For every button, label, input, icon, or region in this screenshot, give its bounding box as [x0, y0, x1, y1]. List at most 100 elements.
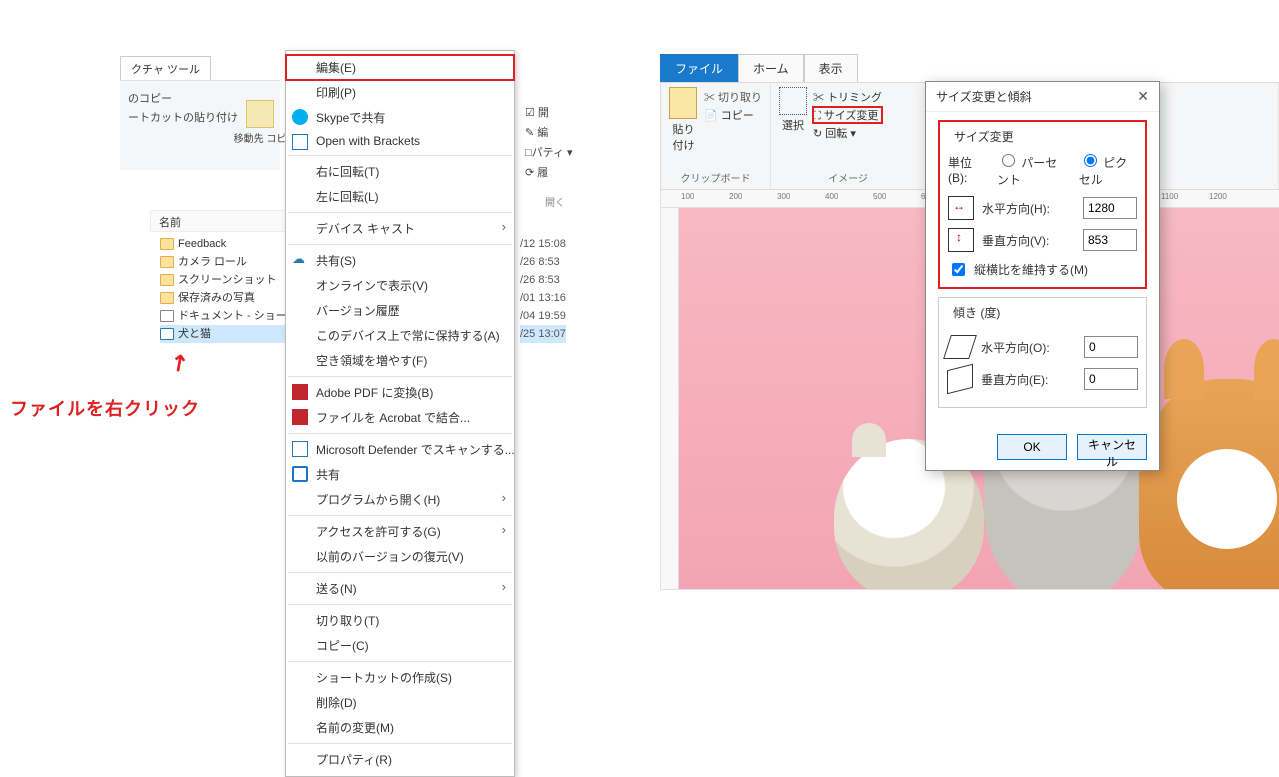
context-menu-item[interactable]: 削除(D): [286, 690, 514, 715]
context-menu-item[interactable]: Open with Brackets: [286, 130, 514, 152]
vertical-size-icon: [948, 228, 974, 252]
context-menu-item[interactable]: プログラムから開く(H): [286, 487, 514, 512]
ribbon-history-item[interactable]: ⟳ 履: [525, 164, 605, 180]
resize-dialog: サイズ変更と傾斜 ✕ サイズ変更 単位(B): パーセント ピクセル 水平方向(…: [925, 81, 1160, 471]
ribbon-open-item[interactable]: ☑ 開: [525, 104, 605, 120]
tab-view[interactable]: 表示: [804, 54, 858, 82]
ribbon-edit-item[interactable]: ✎ 編: [525, 124, 605, 140]
context-menu-item[interactable]: コピー(C): [286, 633, 514, 658]
file-date: /01 13:16: [520, 289, 566, 307]
file-icon: [160, 256, 174, 268]
context-menu-item[interactable]: 印刷(P): [286, 80, 514, 105]
skew-group: 傾き (度) 水平方向(O): 垂直方向(E):: [938, 297, 1147, 408]
context-menu-item[interactable]: 切り取り(T): [286, 608, 514, 633]
bracket-icon: [292, 134, 308, 150]
explorer-tool-tab[interactable]: クチャ ツール: [120, 56, 211, 82]
file-icon: [160, 310, 174, 322]
ribbon-move-button[interactable]: 移動先 コピ: [230, 100, 290, 145]
unit-percent-radio[interactable]: パーセント: [997, 151, 1065, 188]
context-menu-item[interactable]: 共有: [286, 462, 514, 487]
horizontal-input[interactable]: [1083, 197, 1137, 219]
select-button[interactable]: 選択: [779, 117, 807, 133]
aspect-label: 縦横比を維持する(M): [974, 261, 1088, 278]
context-menu-item[interactable]: デバイス キャスト: [286, 216, 514, 241]
context-menu-item[interactable]: 右に回転(T): [286, 159, 514, 184]
context-menu-item[interactable]: Microsoft Defender でスキャンする...: [286, 437, 514, 462]
move-folder-icon: [246, 100, 274, 128]
share-icon: [292, 466, 308, 482]
vertical-ruler: [661, 208, 679, 589]
adobe-icon: [292, 384, 308, 400]
aspect-checkbox[interactable]: [952, 263, 965, 276]
unit-pixel-radio[interactable]: ピクセル: [1079, 151, 1137, 188]
column-header-name[interactable]: 名前: [150, 210, 290, 232]
file-date: /04 19:59: [520, 307, 566, 325]
context-menu[interactable]: 編集(E)印刷(P)Skypeで共有Open with Brackets 右に回転…: [285, 50, 515, 777]
tab-file[interactable]: ファイル: [660, 54, 738, 82]
annotation-text: ファイルを右クリック: [10, 395, 200, 421]
cancel-button[interactable]: キャンセル: [1077, 434, 1147, 460]
cloud-icon: ☁: [292, 252, 308, 268]
file-date: /25 13:07: [520, 325, 566, 343]
tab-home[interactable]: ホーム: [738, 54, 804, 82]
context-menu-item[interactable]: アクセスを許可する(G): [286, 519, 514, 544]
context-menu-item[interactable]: プロパティ(R): [286, 747, 514, 772]
ok-button[interactable]: OK: [997, 434, 1067, 460]
skew-v-label: 垂直方向(E):: [981, 371, 1076, 388]
ruler-tick: 200: [729, 192, 742, 201]
context-menu-item[interactable]: 以前のバージョンの復元(V): [286, 544, 514, 569]
resize-group-title: サイズ変更: [950, 128, 1018, 145]
paint-tabs: ファイル ホーム 表示: [660, 54, 1279, 82]
skew-v-input[interactable]: [1084, 368, 1138, 390]
file-date: /12 15:08: [520, 235, 566, 253]
image-group-title: イメージ: [779, 170, 917, 185]
ruler-tick: 300: [777, 192, 790, 201]
ribbon-properties-item[interactable]: □パティ ▾: [525, 144, 605, 160]
vertical-input[interactable]: [1083, 229, 1137, 251]
ruler-tick: 400: [825, 192, 838, 201]
skew-h-input[interactable]: [1084, 336, 1138, 358]
ruler-tick: 1200: [1209, 192, 1227, 201]
resize-group: サイズ変更 単位(B): パーセント ピクセル 水平方向(H): 垂直方向(V)…: [938, 120, 1147, 289]
resize-button[interactable]: ⛶ サイズ変更: [813, 107, 882, 123]
file-icon: [160, 238, 174, 250]
context-menu-item[interactable]: 名前の変更(M): [286, 715, 514, 740]
file-icon: [160, 292, 174, 304]
annotation-arrow: ↗: [164, 347, 194, 379]
context-menu-item[interactable]: このデバイス上で常に保持する(A): [286, 323, 514, 348]
copy-button[interactable]: 📄 コピー: [704, 107, 762, 123]
file-icon: [160, 328, 174, 340]
skype-icon: [292, 109, 308, 125]
context-menu-item[interactable]: 送る(N): [286, 576, 514, 601]
cut-button[interactable]: ✂ 切り取り: [704, 89, 762, 105]
context-menu-item[interactable]: 空き領域を増やす(F): [286, 348, 514, 373]
context-menu-item[interactable]: ショートカットの作成(S): [286, 665, 514, 690]
file-icon: [160, 274, 174, 286]
dialog-close-button[interactable]: ✕: [1137, 88, 1149, 105]
move-label: 移動先 コピ: [234, 134, 287, 145]
context-menu-item[interactable]: Skypeで共有: [286, 105, 514, 130]
paste-button[interactable]: 貼り付け: [669, 121, 698, 153]
select-icon: [779, 87, 807, 115]
ribbon-open-group: ☑ 開 ✎ 編 □パティ ▾ ⟳ 履 開く: [525, 100, 605, 209]
trim-button[interactable]: ✂ トリミング: [813, 89, 882, 105]
ribbon-image: 選択 ✂ トリミング ⛶ サイズ変更 ↻ 回転 ▾ イメージ: [771, 83, 926, 189]
context-menu-item[interactable]: 左に回転(L): [286, 184, 514, 209]
context-menu-item[interactable]: ☁共有(S): [286, 248, 514, 273]
ruler-tick: 100: [681, 192, 694, 201]
ruler-tick: 1100: [1161, 192, 1178, 201]
file-date: /26 8:53: [520, 253, 566, 271]
context-menu-item[interactable]: 編集(E): [286, 55, 514, 80]
canvas-corgi-shape: [1139, 379, 1279, 590]
date-column: /12 15:08/26 8:53/26 8:53/01 13:16/04 19…: [520, 235, 566, 343]
context-menu-item[interactable]: Adobe PDF に変換(B): [286, 380, 514, 405]
rotate-button[interactable]: ↻ 回転 ▾: [813, 125, 882, 141]
horizontal-size-icon: [948, 196, 974, 220]
context-menu-item[interactable]: ファイルを Acrobat で結合...: [286, 405, 514, 430]
context-menu-item[interactable]: オンラインで表示(V): [286, 273, 514, 298]
file-date: /26 8:53: [520, 271, 566, 289]
adobe-icon: [292, 409, 308, 425]
horizontal-label: 水平方向(H):: [982, 200, 1075, 217]
paste-icon: [669, 87, 697, 119]
context-menu-item[interactable]: バージョン履歴: [286, 298, 514, 323]
